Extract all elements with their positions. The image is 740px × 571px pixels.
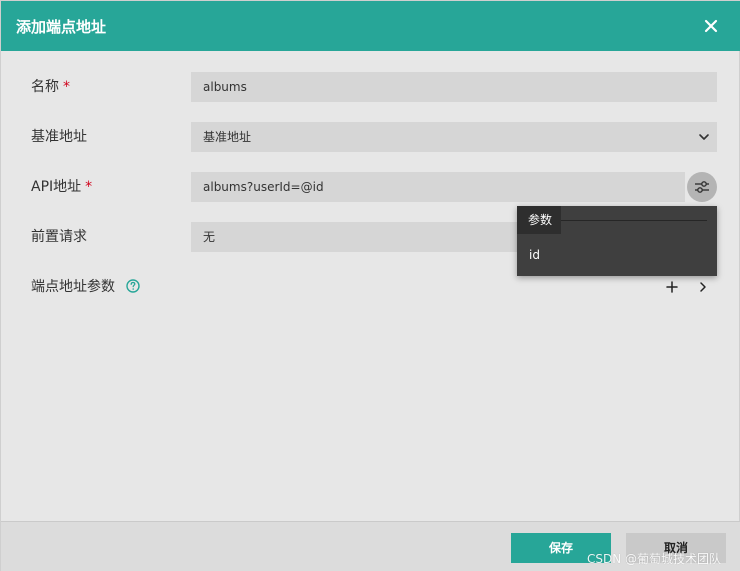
api-address-input[interactable]: albums?userId=@id: [191, 172, 685, 202]
close-icon[interactable]: [699, 14, 723, 38]
name-label: 名称 *: [31, 79, 70, 95]
name-input[interactable]: albums: [191, 72, 717, 102]
pre-request-label: 前置请求: [31, 229, 87, 245]
chevron-down-icon: [699, 134, 709, 140]
dialog-titlebar: 添加端点地址: [1, 1, 740, 51]
chevron-right-icon[interactable]: [696, 280, 710, 294]
popup-param-item[interactable]: id: [529, 248, 540, 262]
add-endpoint-dialog: 添加端点地址 名称 * albums 基准地址 基准地址 API地址 * album…: [0, 0, 740, 571]
required-mark: *: [63, 79, 70, 95]
sliders-icon: [695, 181, 709, 193]
base-address-select[interactable]: 基准地址: [191, 122, 717, 152]
dialog-title: 添加端点地址: [16, 18, 107, 36]
popup-divider: [561, 220, 707, 221]
required-mark: *: [85, 179, 93, 195]
watermark: CSDN @葡萄城技术团队: [587, 552, 722, 566]
endpoint-params-label: 端点地址参数: [31, 279, 115, 295]
api-address-label: API地址 *: [31, 179, 93, 195]
parameter-settings-button[interactable]: [687, 172, 717, 202]
popup-tab-params[interactable]: 参数: [517, 206, 561, 234]
parameter-popup: 参数 id: [517, 206, 717, 276]
base-address-label: 基准地址: [31, 129, 87, 145]
base-address-value: 基准地址: [203, 130, 252, 144]
help-icon[interactable]: [126, 279, 140, 293]
add-icon[interactable]: [665, 280, 679, 294]
